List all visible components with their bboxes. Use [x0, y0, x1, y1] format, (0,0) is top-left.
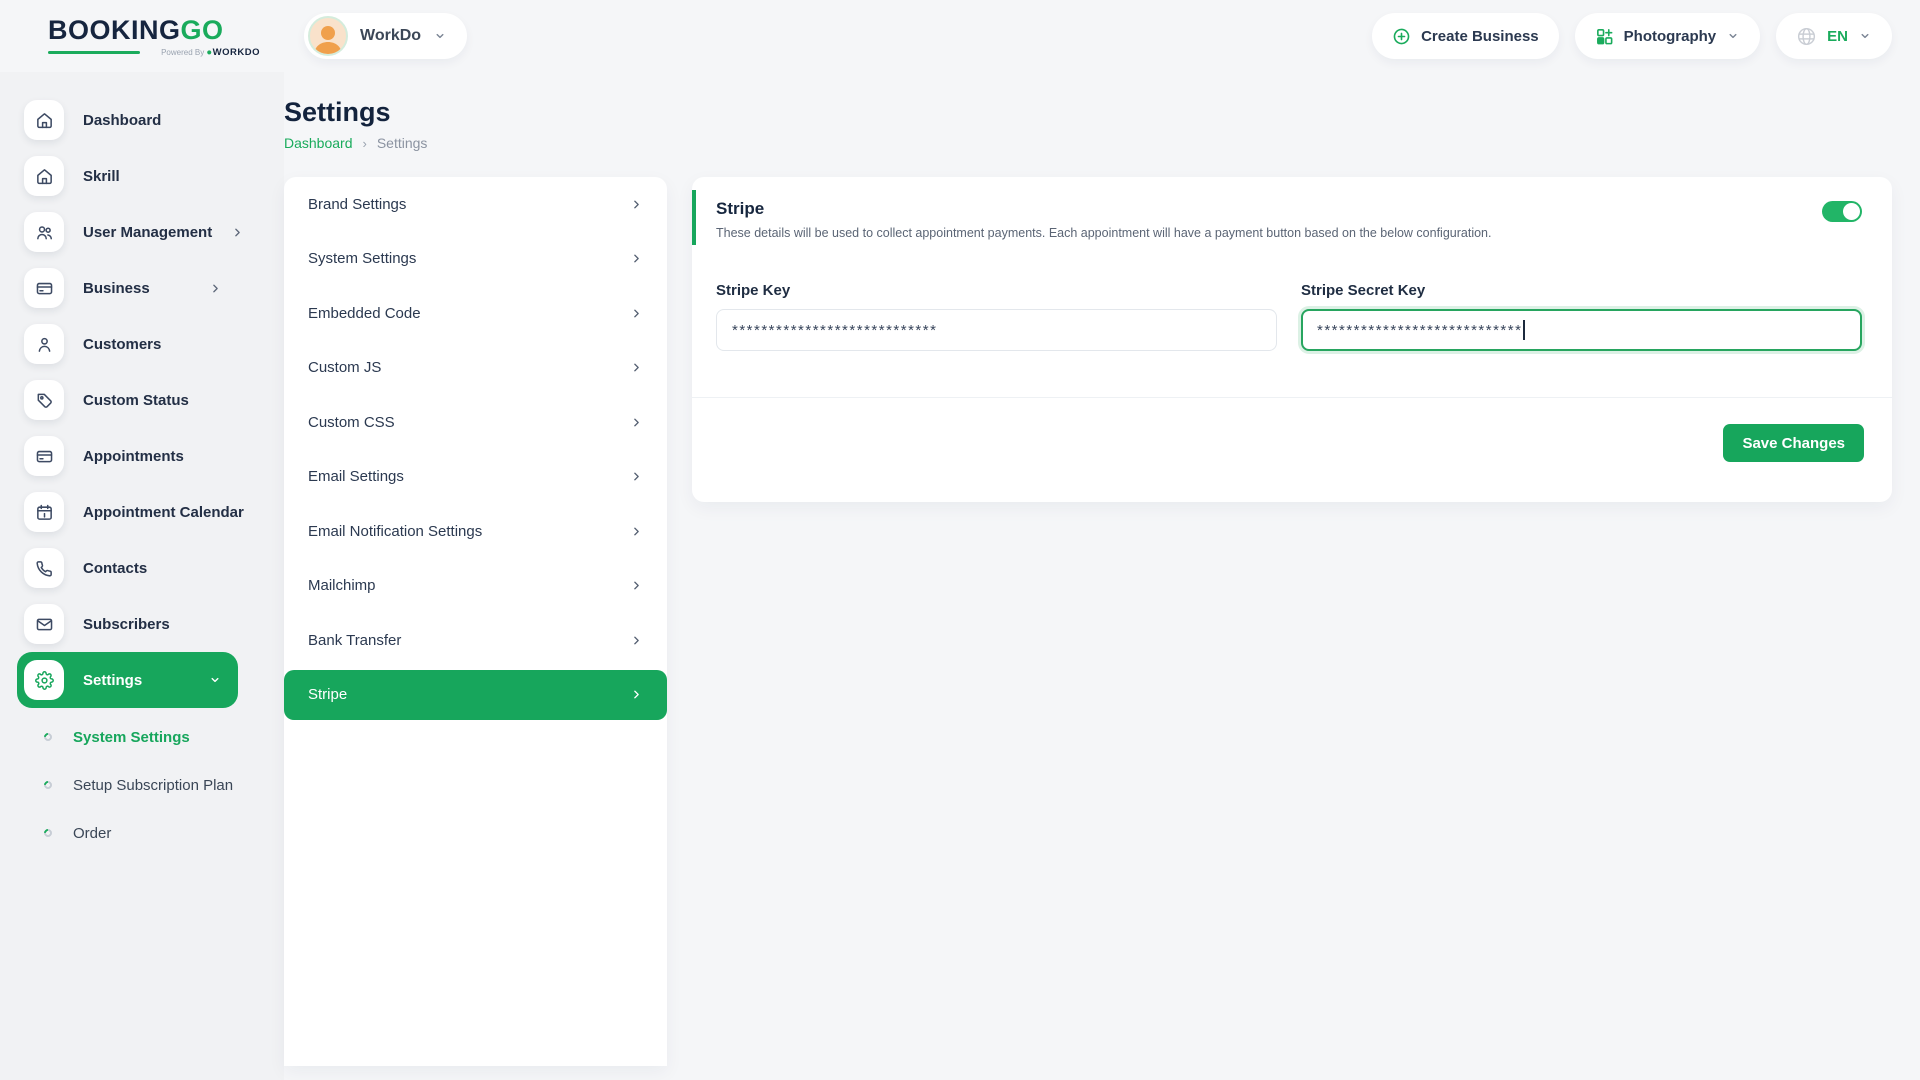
chevron-right-icon	[630, 470, 643, 483]
sidebar-item-settings[interactable]: Settings	[17, 652, 238, 708]
language-code: EN	[1827, 28, 1848, 45]
sidebar-item-dashboard[interactable]: Dashboard	[17, 92, 238, 148]
chevron-right-icon	[630, 579, 643, 592]
toggle-knob	[1843, 203, 1860, 220]
plus-circle-icon	[1392, 27, 1411, 46]
panel-title: Stripe	[716, 199, 1862, 219]
chevron-down-icon	[433, 29, 447, 43]
bullet-icon	[42, 827, 53, 838]
stripe-key-label: Stripe Key	[716, 282, 1277, 299]
subnav-item-setup-subscription-plan[interactable]: Setup Subscription Plan	[0, 761, 284, 809]
home-icon	[24, 100, 64, 140]
sidebar-item-appointments[interactable]: Appointments	[17, 428, 238, 484]
business-type-dropdown[interactable]: Photography	[1575, 13, 1761, 59]
chevron-down-icon	[1726, 29, 1740, 43]
stripe-key-field: Stripe Key ****************************	[716, 282, 1277, 351]
sidebar-item-contacts[interactable]: Contacts	[17, 540, 238, 596]
stripe-key-input[interactable]: ****************************	[716, 309, 1277, 351]
breadcrumb-separator: ›	[363, 136, 367, 151]
breadcrumb: Dashboard › Settings	[284, 135, 1892, 151]
home-icon	[24, 156, 64, 196]
workspace-name: WorkDo	[360, 27, 421, 45]
stripe-secret-key-field: Stripe Secret Key **********************…	[1301, 282, 1862, 351]
category-grid-icon	[1595, 27, 1614, 46]
credit-card-icon	[24, 268, 64, 308]
breadcrumb-dashboard-link[interactable]: Dashboard	[284, 135, 353, 151]
settings-menu-embedded-code[interactable]: Embedded Code	[284, 286, 667, 341]
language-dropdown[interactable]: EN	[1776, 13, 1892, 59]
calendar-icon	[24, 492, 64, 532]
users-icon	[24, 212, 64, 252]
logo-wordmark: BOOKINGGO	[48, 15, 260, 45]
chevron-right-icon	[630, 361, 643, 374]
chevron-right-icon	[630, 416, 643, 429]
settings-menu-system-settings[interactable]: System Settings	[284, 232, 667, 287]
main-content: Settings Dashboard › Settings Brand Sett…	[284, 72, 1920, 1080]
sidebar-item-appointment-calendar[interactable]: Appointment Calendar	[17, 484, 238, 540]
sidebar-item-customers[interactable]: Customers	[17, 316, 238, 372]
page-title: Settings	[284, 97, 1892, 127]
user-icon	[24, 324, 64, 364]
stripe-enabled-toggle[interactable]	[1822, 201, 1862, 222]
sidebar-item-custom-status[interactable]: Custom Status	[17, 372, 238, 428]
settings-menu-email-notification-settings[interactable]: Email Notification Settings	[284, 504, 667, 559]
settings-menu-mailchimp[interactable]: Mailchimp	[284, 559, 667, 614]
settings-menu-stripe[interactable]: Stripe	[284, 670, 667, 720]
tag-icon	[24, 380, 64, 420]
sidebar-item-user-management[interactable]: User Management	[17, 204, 238, 260]
subnav-item-system-settings[interactable]: System Settings	[0, 713, 284, 761]
top-header: BOOKINGGO Powered By ●WORKDO WorkDo Crea…	[0, 0, 1920, 72]
workspace-avatar	[308, 16, 348, 56]
settings-menu-brand-settings[interactable]: Brand Settings	[284, 177, 667, 232]
settings-menu-card: Brand Settings System Settings Embedded …	[284, 177, 667, 1066]
subnav-item-order[interactable]: Order	[0, 809, 284, 857]
chevron-right-icon	[231, 226, 244, 239]
sidebar: Dashboard Skrill User Management Busines…	[0, 72, 284, 1080]
chevron-right-icon	[630, 525, 643, 538]
globe-icon	[1796, 26, 1817, 47]
panel-description: These details will be used to collect ap…	[716, 226, 1862, 240]
text-cursor	[1523, 320, 1525, 340]
stripe-secret-key-input[interactable]: ****************************	[1301, 309, 1862, 351]
mail-icon	[24, 604, 64, 644]
logo-powered-by: Powered By ●WORKDO	[161, 47, 260, 58]
chevron-right-icon	[630, 688, 643, 701]
create-business-button[interactable]: Create Business	[1372, 13, 1559, 59]
logo-underline	[48, 51, 140, 54]
chevron-right-icon	[630, 307, 643, 320]
save-changes-button[interactable]: Save Changes	[1723, 424, 1864, 462]
workspace-switcher[interactable]: WorkDo	[304, 13, 467, 59]
bullet-icon	[42, 779, 53, 790]
chevron-right-icon	[209, 282, 222, 295]
panel-accent-bar	[692, 190, 696, 245]
chevron-down-icon	[1858, 29, 1872, 43]
breadcrumb-current: Settings	[377, 135, 428, 151]
phone-icon	[24, 548, 64, 588]
credit-card-icon	[24, 436, 64, 476]
chevron-right-icon	[630, 252, 643, 265]
stripe-secret-key-label: Stripe Secret Key	[1301, 282, 1862, 299]
sidebar-item-skrill[interactable]: Skrill	[17, 148, 238, 204]
gear-icon	[24, 660, 64, 700]
bullet-icon	[42, 731, 53, 742]
settings-menu-custom-css[interactable]: Custom CSS	[284, 395, 667, 450]
settings-menu-custom-js[interactable]: Custom JS	[284, 341, 667, 396]
app-logo[interactable]: BOOKINGGO Powered By ●WORKDO	[48, 15, 260, 58]
chevron-right-icon	[630, 198, 643, 211]
chevron-right-icon	[630, 634, 643, 647]
chevron-down-icon	[208, 673, 222, 687]
settings-subnav: System Settings Setup Subscription Plan …	[0, 713, 284, 857]
settings-menu-email-settings[interactable]: Email Settings	[284, 450, 667, 505]
sidebar-item-business[interactable]: Business	[17, 260, 238, 316]
sidebar-item-subscribers[interactable]: Subscribers	[17, 596, 238, 652]
settings-menu-bank-transfer[interactable]: Bank Transfer	[284, 613, 667, 668]
stripe-panel: Stripe These details will be used to col…	[692, 177, 1892, 502]
